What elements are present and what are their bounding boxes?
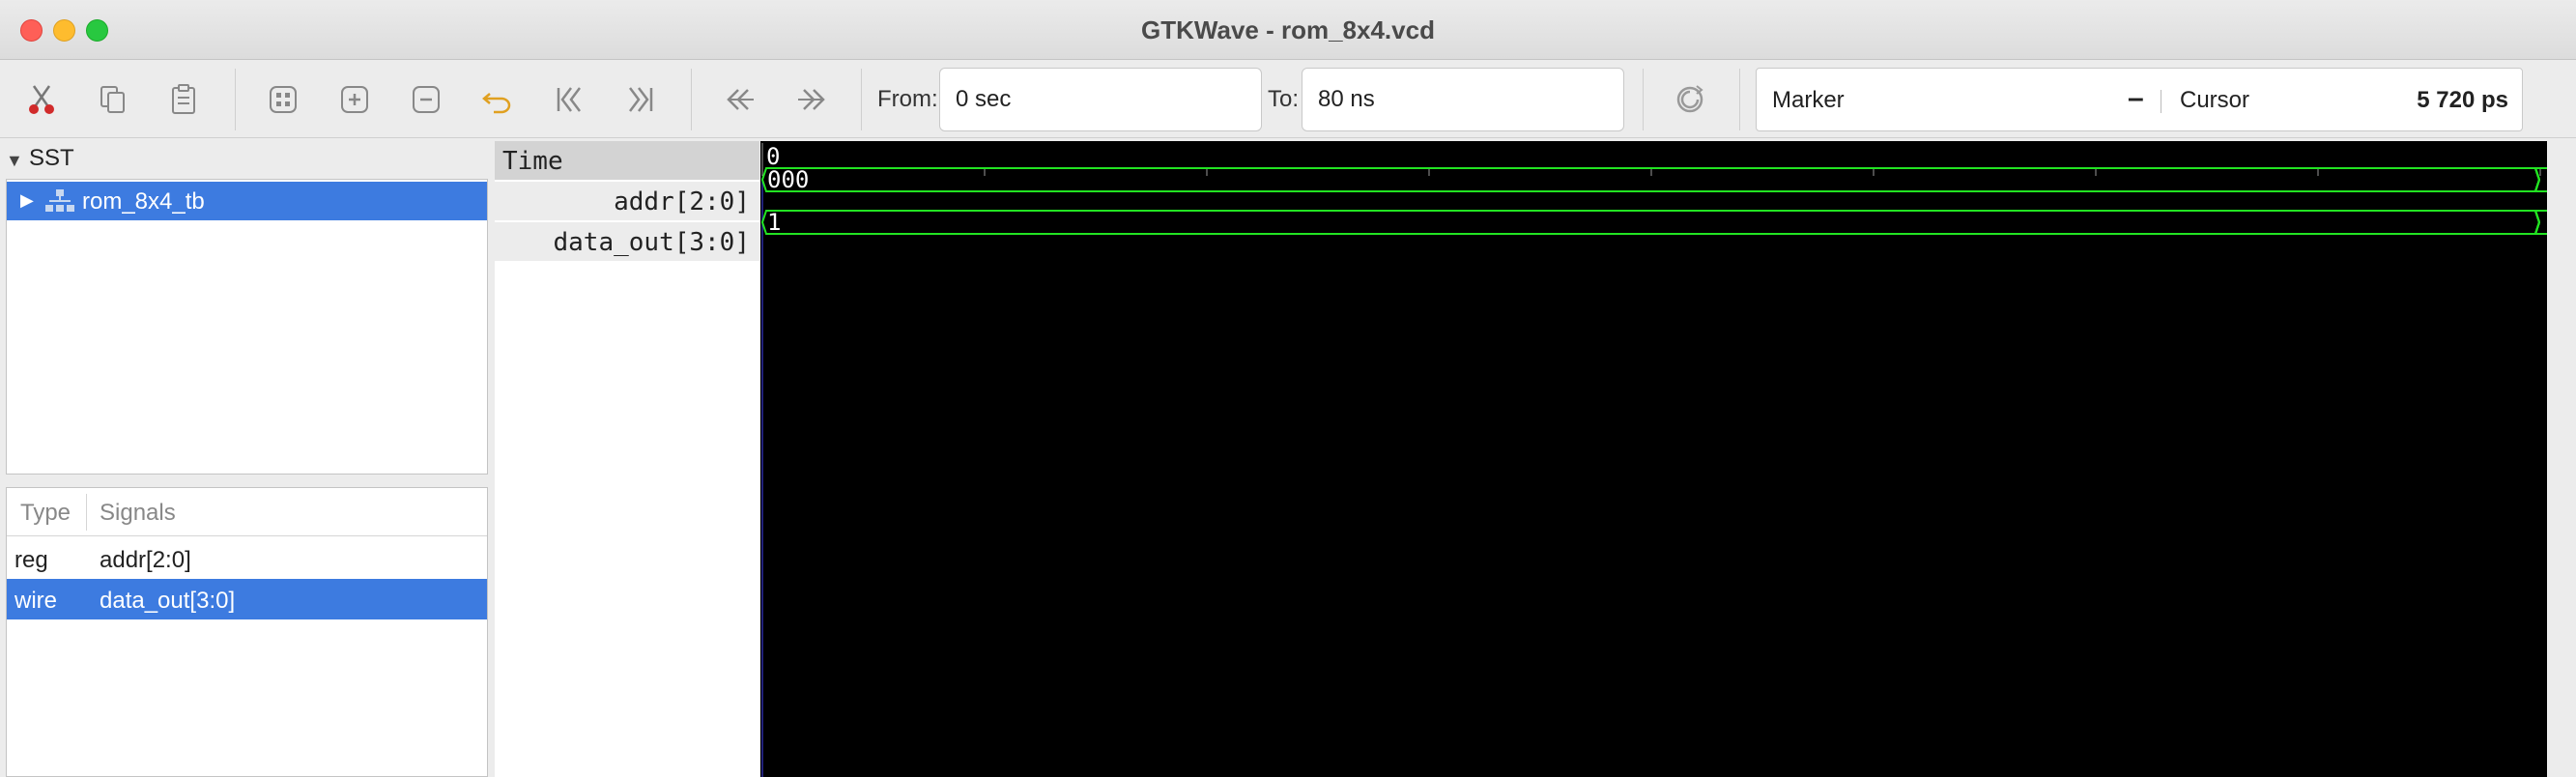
marker-value: –	[2128, 82, 2144, 114]
copy-button[interactable]	[92, 78, 134, 121]
signal-row-data-out[interactable]: wire data_out[3:0]	[7, 579, 487, 619]
sst-tree: ▶ rom_8x4_tb	[6, 179, 488, 475]
wave-value: 000	[767, 166, 809, 193]
tree-item-label: rom_8x4_tb	[82, 188, 205, 215]
sst-header[interactable]: ▼ SST	[0, 141, 488, 178]
waveform-canvas[interactable]: 010 ns20 ns30 ns40 ns50 ns60 ns70 ns8000…	[760, 141, 2547, 777]
zoom-start-button[interactable]	[548, 78, 590, 121]
undo-button[interactable]	[476, 78, 519, 121]
next-edge-icon	[798, 89, 825, 110]
from-label: From:	[877, 86, 938, 112]
marker-label: Marker	[1772, 87, 1845, 113]
prev-edge-icon	[727, 89, 754, 110]
vertical-scrollbar[interactable]	[2547, 141, 2576, 777]
sst-title: SST	[29, 145, 74, 171]
paste-button[interactable]	[163, 78, 206, 121]
signal-name: addr[2:0]	[100, 547, 191, 573]
expand-triangle-icon[interactable]: ▶	[20, 190, 34, 211]
zoom-start-icon	[557, 87, 581, 112]
undo-icon	[482, 93, 511, 114]
reload-icon	[1676, 85, 1703, 113]
cut-button[interactable]	[20, 78, 63, 121]
wave-segment	[2533, 167, 2547, 192]
paste-icon	[172, 84, 195, 114]
title-bar: GTKWave - rom_8x4.vcd	[0, 0, 2576, 60]
module-hierarchy-icon	[45, 188, 74, 220]
window-title: GTKWave - rom_8x4.vcd	[1141, 15, 1435, 44]
signal-type: reg	[14, 547, 48, 573]
marker-cursor-readout: Marker – Cursor 5 720 ps	[1756, 68, 2523, 131]
wave-value: 1	[767, 209, 781, 236]
wave-segment	[2533, 210, 2547, 235]
to-label: To:	[1268, 86, 1300, 112]
zoom-fit-icon	[270, 86, 297, 113]
wave-signal-name-addr[interactable]: addr[2:0]	[495, 182, 759, 220]
column-header-signals[interactable]: Signals	[100, 500, 176, 527]
copy-icon	[100, 86, 125, 113]
from-time-input[interactable]: 0 sec	[939, 68, 1262, 131]
time-header: Time	[495, 141, 759, 180]
toolbar: From: 0 sec To: 80 ns Marker – Cursor 5 …	[0, 61, 2576, 138]
signals-list-header: Type Signals	[7, 488, 487, 536]
next-edge-button[interactable]	[790, 78, 833, 121]
zoom-out-button[interactable]	[405, 78, 447, 121]
zoom-out-icon	[413, 86, 440, 113]
cut-icon	[29, 85, 54, 114]
zoom-in-button[interactable]	[333, 78, 376, 121]
cursor-label: Cursor	[2180, 87, 2250, 113]
column-header-type[interactable]: Type	[20, 500, 71, 527]
cursor-value: 5 720 ps	[2417, 87, 2508, 113]
prev-edge-button[interactable]	[719, 78, 761, 121]
collapse-triangle-icon[interactable]: ▼	[6, 151, 23, 171]
wave-signal-name-data-out[interactable]: data_out[3:0]	[495, 222, 759, 261]
wave-segment	[760, 210, 2541, 235]
zoom-in-icon	[341, 86, 368, 113]
to-time-input[interactable]: 80 ns	[1302, 68, 1624, 131]
signal-name: data_out[3:0]	[100, 588, 236, 614]
signal-names-panel: Time addr[2:0] data_out[3:0]	[495, 141, 759, 777]
tree-item-rom-8x4-tb[interactable]: ▶ rom_8x4_tb	[7, 182, 487, 220]
zoom-end-button[interactable]	[619, 78, 662, 121]
signal-type: wire	[14, 588, 58, 614]
zoom-end-icon	[629, 87, 653, 112]
signal-row-addr[interactable]: reg addr[2:0]	[7, 538, 487, 579]
signals-list: Type Signals reg addr[2:0] wire data_out…	[6, 487, 488, 777]
reload-button[interactable]	[1669, 78, 1711, 121]
zoom-fit-button[interactable]	[262, 78, 304, 121]
